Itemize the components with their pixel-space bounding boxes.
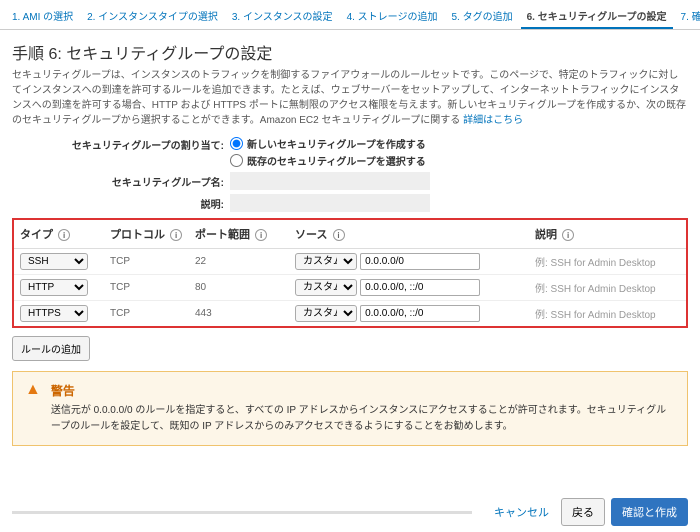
info-icon[interactable]: i bbox=[170, 229, 182, 241]
th-desc: 説明 i bbox=[529, 220, 686, 249]
progress-bar bbox=[12, 511, 472, 514]
th-port: ポート範囲 i bbox=[189, 220, 289, 249]
source-value-input[interactable] bbox=[360, 253, 480, 270]
protocol-cell: TCP bbox=[104, 249, 189, 275]
page-title: 手順 6: セキュリティグループの設定 bbox=[12, 40, 688, 64]
page-description: セキュリティグループは、インスタンスのトラフィックを制御するファイアウォールのル… bbox=[12, 68, 688, 128]
learn-more-link[interactable]: 詳細はこちら bbox=[463, 115, 523, 126]
protocol-cell: TCP bbox=[104, 275, 189, 301]
review-launch-button[interactable]: 確認と作成 bbox=[611, 498, 688, 526]
source-value-input[interactable] bbox=[360, 279, 480, 296]
protocol-cell: TCP bbox=[104, 301, 189, 327]
desc-placeholder[interactable]: 例: SSH for Admin Desktop bbox=[535, 310, 656, 321]
source-kind-select[interactable]: カスタム bbox=[295, 253, 357, 270]
tab-review[interactable]: 7. 確認 bbox=[675, 4, 700, 29]
th-source: ソース i bbox=[289, 220, 529, 249]
th-type: タイプ i bbox=[14, 220, 104, 249]
port-cell: 22 bbox=[189, 249, 289, 275]
radio-new-sg[interactable]: 新しいセキュリティグループを作成する bbox=[230, 136, 426, 151]
tab-configure-instance[interactable]: 3. インスタンスの設定 bbox=[226, 4, 339, 29]
source-kind-select[interactable]: カスタム bbox=[295, 305, 357, 322]
wizard-tabs: 1. AMI の選択 2. インスタンスタイプの選択 3. インスタンスの設定 … bbox=[0, 0, 700, 30]
rules-table: タイプ i プロトコル i ポート範囲 i ソース i 説明 i SSH TCP2… bbox=[14, 220, 686, 326]
type-select[interactable]: HTTP bbox=[20, 279, 88, 296]
sg-name-label: セキュリティグループ名: bbox=[12, 174, 230, 189]
alert-body: 送信元が 0.0.0.0/0 のルールを指定すると、すべての IP アドレスから… bbox=[51, 403, 675, 435]
table-row: HTTP TCP80 カスタム 例: SSH for Admin Desktop bbox=[14, 275, 686, 301]
assign-label: セキュリティグループの割り当て: bbox=[12, 136, 230, 152]
info-icon[interactable]: i bbox=[58, 229, 70, 241]
warning-icon: ▲ bbox=[25, 382, 41, 435]
desc-placeholder[interactable]: 例: SSH for Admin Desktop bbox=[535, 284, 656, 295]
info-icon[interactable]: i bbox=[562, 229, 574, 241]
back-button[interactable]: 戻る bbox=[561, 498, 605, 526]
alert-title: 警告 bbox=[51, 382, 675, 401]
table-row: HTTPS TCP443 カスタム 例: SSH for Admin Desktop bbox=[14, 301, 686, 327]
sg-name-input[interactable] bbox=[230, 172, 430, 190]
tab-tags[interactable]: 5. タグの追加 bbox=[445, 4, 518, 29]
type-select[interactable]: SSH bbox=[20, 253, 88, 270]
sg-desc-input[interactable] bbox=[230, 194, 430, 212]
table-row: SSH TCP22 カスタム 例: SSH for Admin Desktop bbox=[14, 249, 686, 275]
port-cell: 443 bbox=[189, 301, 289, 327]
footer-bar: キャンセル 戻る 確認と作成 bbox=[0, 492, 700, 532]
source-kind-select[interactable]: カスタム bbox=[295, 279, 357, 296]
info-icon[interactable]: i bbox=[333, 229, 345, 241]
desc-placeholder[interactable]: 例: SSH for Admin Desktop bbox=[535, 258, 656, 269]
cancel-link[interactable]: キャンセル bbox=[488, 500, 555, 524]
source-value-input[interactable] bbox=[360, 305, 480, 322]
tab-security-group[interactable]: 6. セキュリティグループの設定 bbox=[521, 4, 673, 29]
radio-existing-sg[interactable]: 既存のセキュリティグループを選択する bbox=[230, 153, 426, 168]
warning-alert: ▲ 警告 送信元が 0.0.0.0/0 のルールを指定すると、すべての IP ア… bbox=[12, 371, 688, 446]
rules-table-wrap: タイプ i プロトコル i ポート範囲 i ソース i 説明 i SSH TCP2… bbox=[12, 218, 688, 328]
info-icon[interactable]: i bbox=[255, 229, 267, 241]
th-protocol: プロトコル i bbox=[104, 220, 189, 249]
tab-instance-type[interactable]: 2. インスタンスタイプの選択 bbox=[81, 4, 224, 29]
port-cell: 80 bbox=[189, 275, 289, 301]
tab-ami[interactable]: 1. AMI の選択 bbox=[6, 4, 79, 29]
sg-desc-label: 説明: bbox=[12, 196, 230, 211]
type-select[interactable]: HTTPS bbox=[20, 305, 88, 322]
add-rule-button[interactable]: ルールの追加 bbox=[12, 336, 90, 361]
tab-storage[interactable]: 4. ストレージの追加 bbox=[341, 4, 444, 29]
